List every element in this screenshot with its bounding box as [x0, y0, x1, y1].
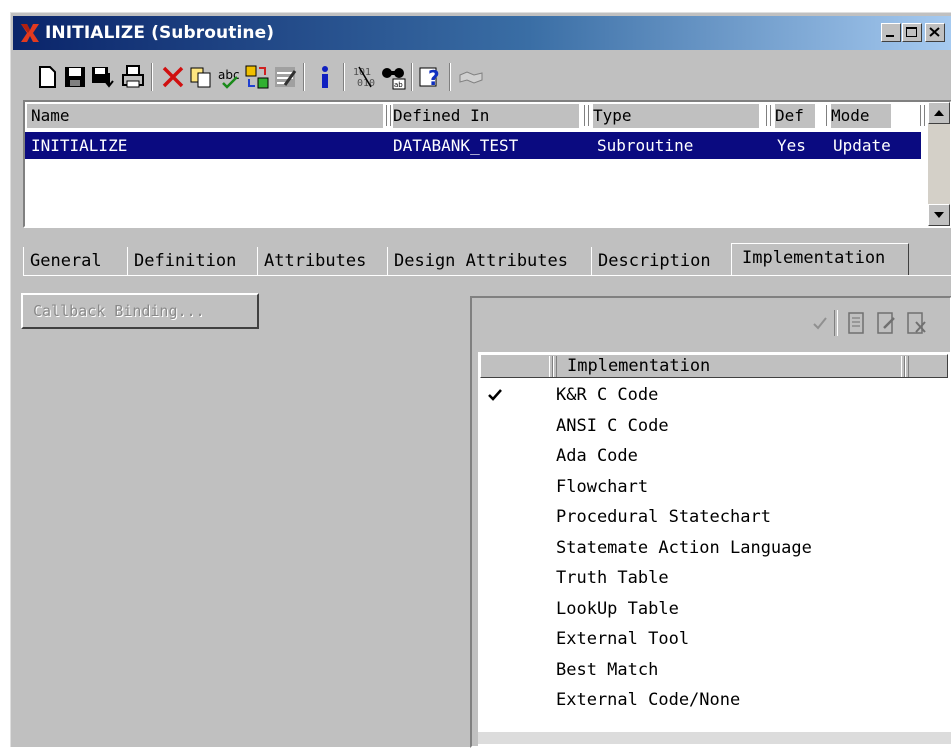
- column-divider[interactable]: [585, 105, 589, 126]
- edit-item-icon[interactable]: [874, 310, 898, 336]
- close-button[interactable]: [925, 23, 945, 42]
- toolbar-separator: [343, 63, 345, 91]
- list-header: Implementation: [480, 354, 948, 378]
- scroll-down-button[interactable]: [928, 204, 950, 226]
- implementation-toolbar: [472, 298, 950, 350]
- save-icon[interactable]: [61, 63, 89, 91]
- binoculars-icon[interactable]: ab: [379, 63, 407, 91]
- list-item-label: K&R C Code: [556, 385, 659, 405]
- list-item[interactable]: Truth Table: [478, 563, 946, 593]
- column-header-def[interactable]: Def: [775, 104, 815, 128]
- new-item-icon[interactable]: [844, 310, 868, 336]
- scroll-up-button[interactable]: [928, 102, 950, 124]
- column-divider[interactable]: [905, 356, 909, 377]
- maximize-button[interactable]: [902, 23, 922, 42]
- list-item-label: External Code/None: [556, 690, 741, 710]
- tab-general[interactable]: General: [23, 247, 121, 275]
- list-item[interactable]: LookUp Table: [478, 594, 946, 624]
- check-icon[interactable]: [808, 310, 832, 336]
- cell-def: Yes: [777, 136, 806, 155]
- column-header-type[interactable]: Type: [593, 104, 759, 128]
- list-item[interactable]: K&R C Code: [478, 380, 946, 410]
- column-divider[interactable]: [921, 105, 925, 126]
- tab-design-attributes[interactable]: Design Attributes: [387, 247, 591, 275]
- clear-icon[interactable]: [271, 63, 299, 91]
- spell-icon[interactable]: abc: [215, 63, 243, 91]
- tab-implementation[interactable]: Implementation: [731, 243, 909, 276]
- new-icon[interactable]: [33, 63, 61, 91]
- list-item-label: ANSI C Code: [556, 415, 669, 436]
- column-header-implementation[interactable]: Implementation: [567, 355, 710, 377]
- tab-definition[interactable]: Definition: [127, 247, 253, 275]
- print-icon[interactable]: [119, 63, 147, 91]
- implementation-list: Implementation K&R C Code ANSI C Code Ada …: [478, 352, 951, 748]
- delete-icon[interactable]: [159, 63, 187, 91]
- column-divider[interactable]: [553, 356, 557, 377]
- column-divider[interactable]: [767, 105, 771, 126]
- list-item[interactable]: External Tool: [478, 624, 946, 654]
- tab-strip: General Definition Attributes Design Att…: [23, 243, 951, 276]
- handshake-icon[interactable]: [457, 63, 485, 91]
- search-icon[interactable]: 101010: [351, 63, 379, 91]
- x-logo-icon: [21, 24, 39, 42]
- column-header-defined-in[interactable]: Defined In: [393, 104, 579, 128]
- save-down-icon[interactable]: [89, 63, 117, 91]
- toolbar: abc 101010 ab ?: [17, 57, 951, 97]
- tab-attributes[interactable]: Attributes: [257, 247, 387, 275]
- list-item[interactable]: Procedural Statechart: [478, 502, 946, 532]
- list-item[interactable]: Statemate Action Language: [478, 533, 946, 563]
- tab-description[interactable]: Description: [591, 247, 731, 275]
- list-horizontal-scrollbar[interactable]: [478, 732, 951, 744]
- column-header-name[interactable]: Name: [27, 104, 383, 128]
- list-item-label: External Tool: [556, 629, 690, 649]
- list-item-label: Procedural Statechart: [556, 507, 771, 527]
- list-item-label: Truth Table: [556, 568, 669, 588]
- list-item-label: Best Match: [556, 659, 659, 680]
- toolbar-separator: [449, 63, 451, 91]
- cell-name: INITIALIZE: [31, 136, 128, 155]
- column-header-mode[interactable]: Mode: [831, 104, 891, 128]
- list-item-label: Statemate Action Language: [556, 537, 812, 558]
- copy-icon[interactable]: [187, 63, 215, 91]
- cell-type: Subroutine: [597, 136, 694, 155]
- list-item-label: LookUp Table: [556, 598, 679, 619]
- svg-text:abc: abc: [218, 68, 240, 82]
- toolbar-separator: [303, 63, 305, 91]
- svg-text:ab: ab: [394, 81, 403, 89]
- checkmark-icon: [488, 389, 502, 401]
- implementation-group: Implementation K&R C Code ANSI C Code Ada …: [470, 296, 951, 748]
- refresh-icon[interactable]: [243, 63, 271, 91]
- list-item-label: Flowchart: [556, 476, 649, 497]
- minimize-button[interactable]: [881, 23, 901, 42]
- cell-mode: Update: [833, 136, 891, 155]
- cell-defined-in: DATABANK_TEST: [393, 136, 519, 155]
- toolbar-separator: [151, 63, 153, 91]
- callback-binding-button[interactable]: Callback Binding...: [21, 293, 259, 329]
- grid-vertical-scrollbar[interactable]: [928, 102, 950, 226]
- list-item[interactable]: Best Match: [478, 655, 946, 685]
- column-divider[interactable]: [823, 105, 827, 126]
- toolbar-separator: [834, 310, 838, 336]
- list-item[interactable]: ANSI C Code: [478, 411, 946, 441]
- list-item[interactable]: Ada Code: [478, 441, 946, 471]
- main-window: INITIALIZE (Subroutine) abc 010 ab ? Nam…: [10, 12, 951, 748]
- list-item-label: Ada Code: [556, 446, 638, 466]
- list-item[interactable]: External Code/None: [478, 685, 946, 715]
- toolbar-separator: [411, 63, 413, 91]
- window-title: INITIALIZE (Subroutine): [45, 23, 275, 43]
- title-bar[interactable]: INITIALIZE (Subroutine): [13, 16, 951, 50]
- svg-text:?: ?: [428, 66, 440, 90]
- delete-item-icon[interactable]: [904, 310, 928, 336]
- list-item[interactable]: Flowchart: [478, 472, 946, 502]
- element-grid: Name Defined In Type Def Mode INITIALIZE…: [23, 100, 951, 228]
- info-icon[interactable]: [311, 63, 339, 91]
- column-divider[interactable]: [387, 105, 391, 126]
- help-icon[interactable]: ?: [417, 63, 445, 91]
